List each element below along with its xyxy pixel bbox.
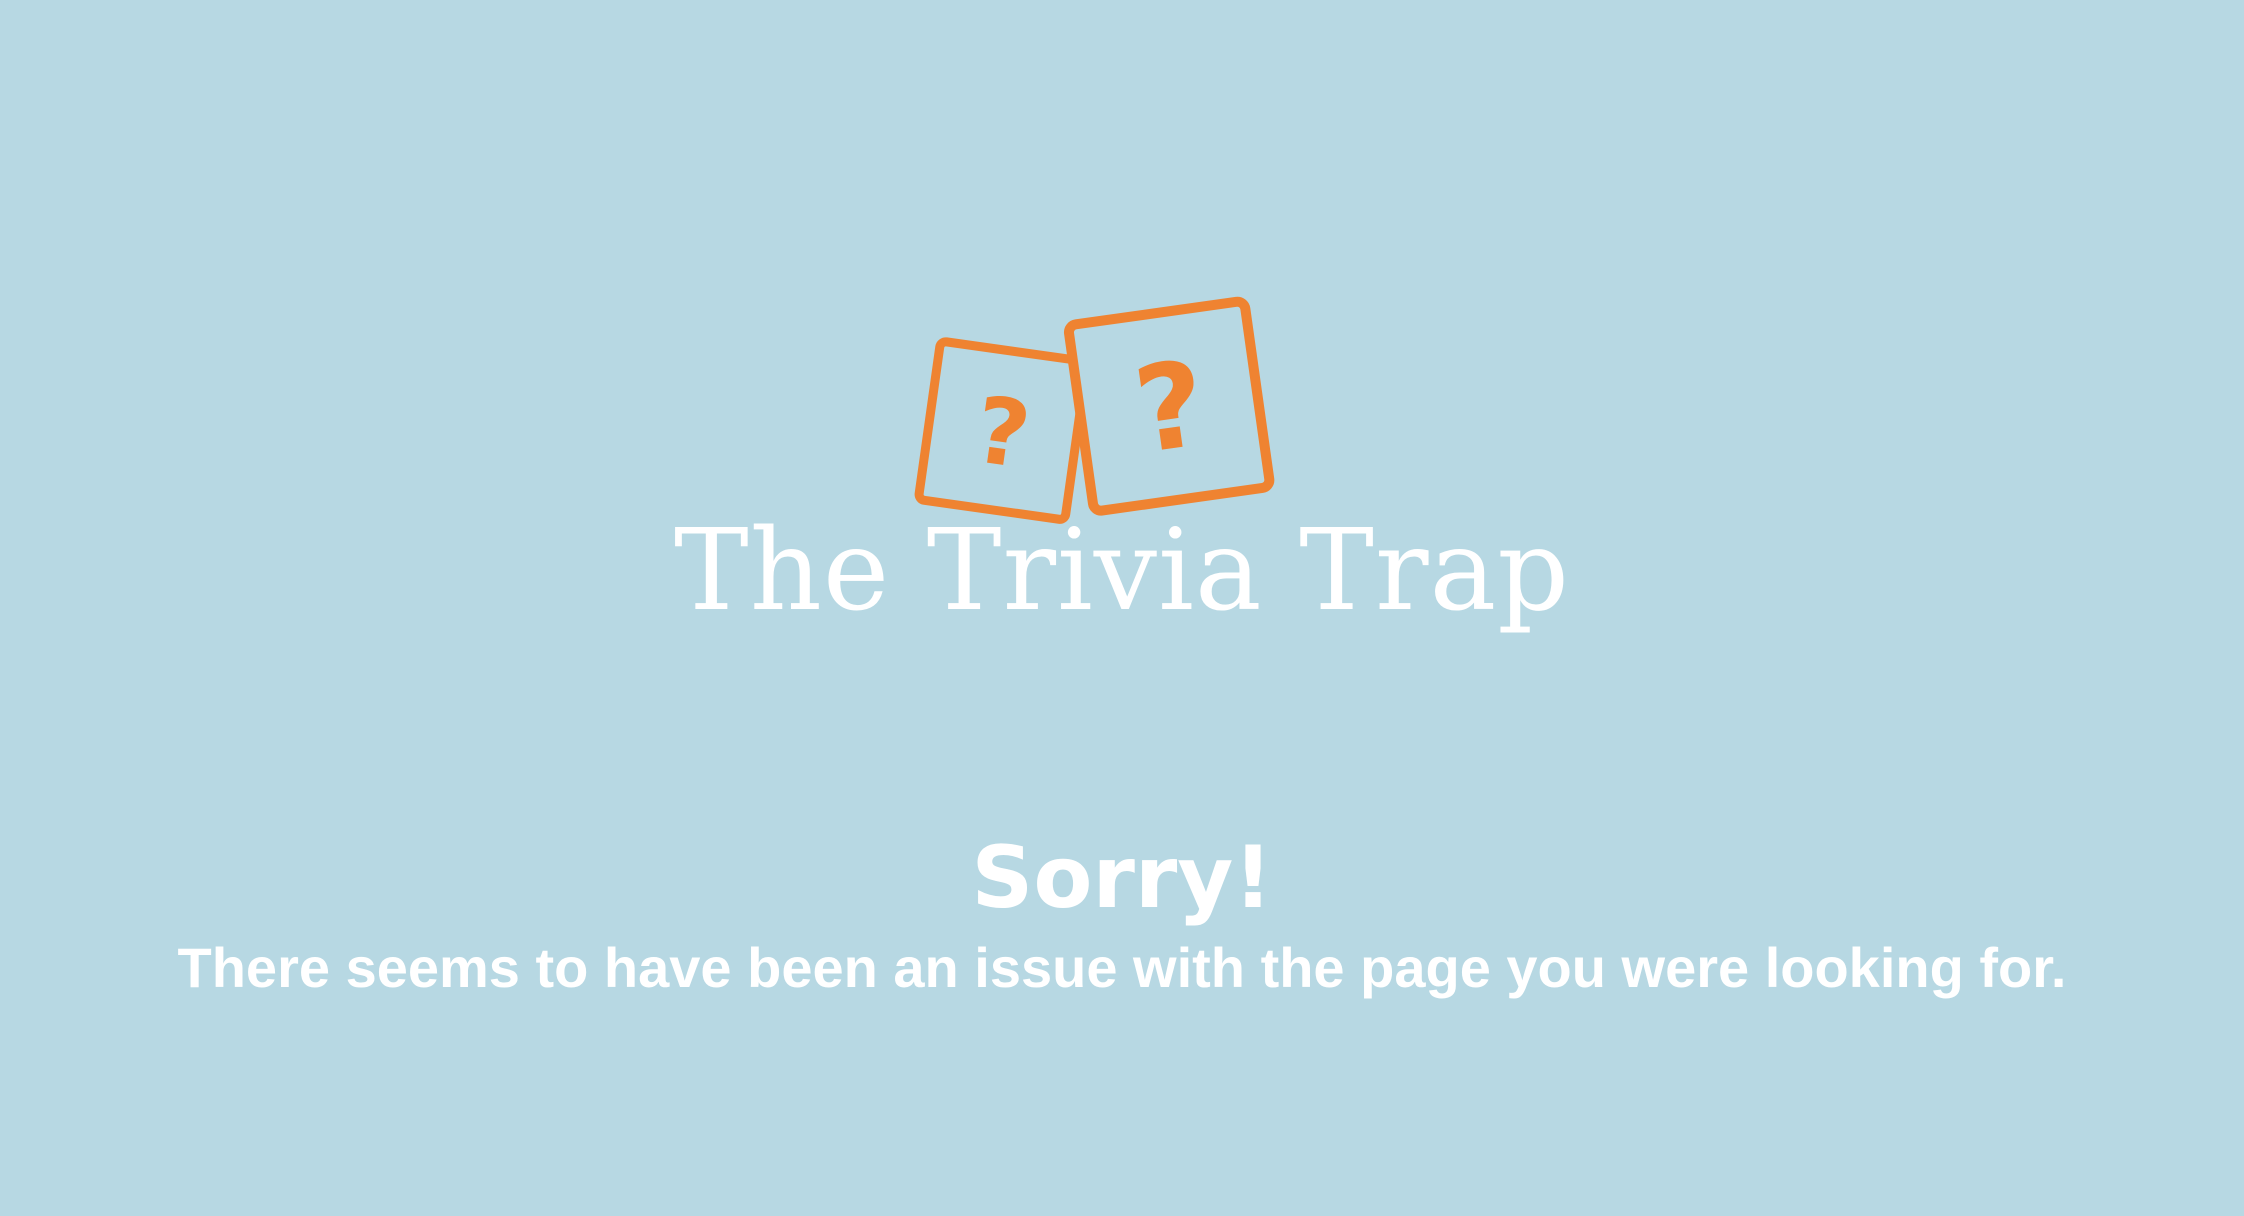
question-cards-icon: ? ? [914, 296, 1275, 524]
left-question-mark: ? [969, 376, 1037, 489]
error-title: Sorry! [971, 828, 1273, 928]
brand-name: The Trivia Trap [674, 506, 1570, 636]
error-message: There seems to have been an issue with t… [177, 936, 2067, 999]
logo: ? ? [900, 290, 1280, 530]
error-page: ? ? The Trivia Trap Sorry! There seems t… [0, 0, 2244, 1216]
